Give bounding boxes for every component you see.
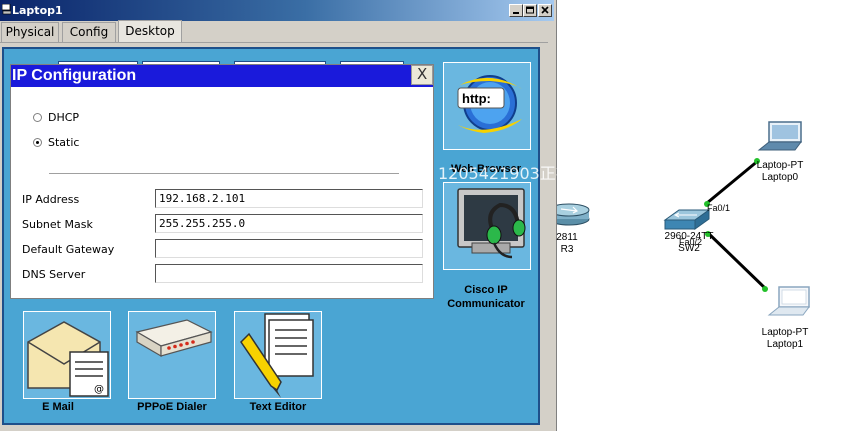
maximize-icon	[526, 6, 534, 14]
window-title: Laptop1	[12, 4, 63, 17]
static-radio-row[interactable]: Static	[33, 136, 79, 149]
static-radio[interactable]	[33, 138, 42, 147]
cisco-ip-communicator-app[interactable]	[443, 182, 531, 270]
laptop-icon[interactable]	[767, 286, 810, 316]
cisco-ip-label-line2: Communicator	[447, 298, 525, 310]
static-label: Static	[48, 136, 80, 149]
tab-desktop[interactable]: Desktop	[118, 20, 182, 42]
dhcp-radio-row[interactable]: DHCP	[33, 111, 79, 124]
router-model-label: 2811	[556, 232, 578, 243]
subnet-mask-label: Subnet Mask	[22, 218, 93, 231]
text-editor-label: Text Editor	[249, 401, 307, 413]
web-browser-app[interactable]: http:	[443, 62, 531, 150]
router-name-label: R3	[560, 244, 574, 255]
email-app[interactable]: @	[23, 311, 111, 399]
port-label-fa0-1: Fa0/1	[707, 203, 731, 213]
dns-server-input[interactable]	[155, 264, 423, 283]
cisco-ip-label-line1: Cisco IP	[464, 284, 508, 296]
default-gateway-input[interactable]	[155, 239, 423, 258]
laptop0-name-label: Laptop0	[761, 172, 799, 183]
text-editor-app[interactable]	[234, 311, 322, 399]
document-pencil-icon	[240, 313, 314, 398]
laptop1-name-label: Laptop1	[766, 339, 804, 350]
laptop1-model-label: Laptop-PT	[761, 327, 809, 338]
topology-workspace[interactable]: Fa0/1 Fa0/2 2811 R3 2960-24TT SW2 Laptop…	[556, 0, 863, 431]
laptop-window: Laptop1 Physical Config Desktop http: @ …	[0, 0, 636, 431]
pppoe-dialer-app[interactable]	[128, 311, 216, 399]
default-gateway-label: Default Gateway	[22, 243, 115, 256]
link-indicator	[762, 286, 768, 292]
laptop-window-icon	[2, 4, 11, 15]
close-icon	[541, 6, 549, 14]
dhcp-radio[interactable]	[33, 113, 42, 122]
topology-canvas	[557, 121, 810, 316]
title-bar[interactable]: Laptop1	[0, 0, 554, 21]
tab-physical[interactable]: Physical	[1, 22, 59, 42]
ip-address-label: IP Address	[22, 193, 80, 206]
close-icon: X	[417, 65, 428, 83]
tab-divider	[0, 42, 548, 43]
tab-config[interactable]: Config	[62, 22, 116, 42]
watermark-text: 1205421903正在观看视频	[438, 164, 636, 183]
ip-configuration-title: IP Configuration	[12, 67, 137, 84]
separator	[49, 173, 399, 174]
laptop-icon[interactable]	[757, 121, 802, 151]
modem-icon	[135, 319, 213, 358]
ip-configuration-title-bar: IP Configuration	[11, 65, 433, 87]
minimize-icon	[513, 12, 519, 14]
switch-name-label: SW2	[678, 243, 700, 254]
envelope-icon: @	[27, 321, 109, 397]
http-badge: http:	[462, 91, 491, 106]
switch-icon[interactable]	[663, 209, 711, 230]
subnet-mask-input[interactable]: 255.255.255.0	[155, 214, 423, 233]
switch-model-label: 2960-24TT	[664, 231, 714, 242]
ip-configuration-panel: IP Configuration X DHCP Static IP Addres…	[10, 64, 434, 299]
router-icon[interactable]	[557, 203, 590, 226]
pppoe-label: PPPoE Dialer	[137, 401, 207, 413]
monitor-headset-icon	[457, 188, 526, 259]
svg-text:@: @	[94, 384, 104, 395]
ip-address-input[interactable]: 192.168.2.101	[155, 189, 423, 208]
close-button[interactable]	[538, 4, 552, 17]
minimize-button[interactable]	[509, 4, 523, 17]
email-label: E Mail	[42, 401, 74, 413]
laptop0-model-label: Laptop-PT	[756, 160, 804, 171]
ip-configuration-close-button[interactable]: X	[411, 65, 433, 85]
maximize-button[interactable]	[523, 4, 537, 17]
globe-icon: http:	[457, 75, 522, 133]
dhcp-label: DHCP	[48, 111, 80, 124]
dns-server-label: DNS Server	[22, 268, 86, 281]
